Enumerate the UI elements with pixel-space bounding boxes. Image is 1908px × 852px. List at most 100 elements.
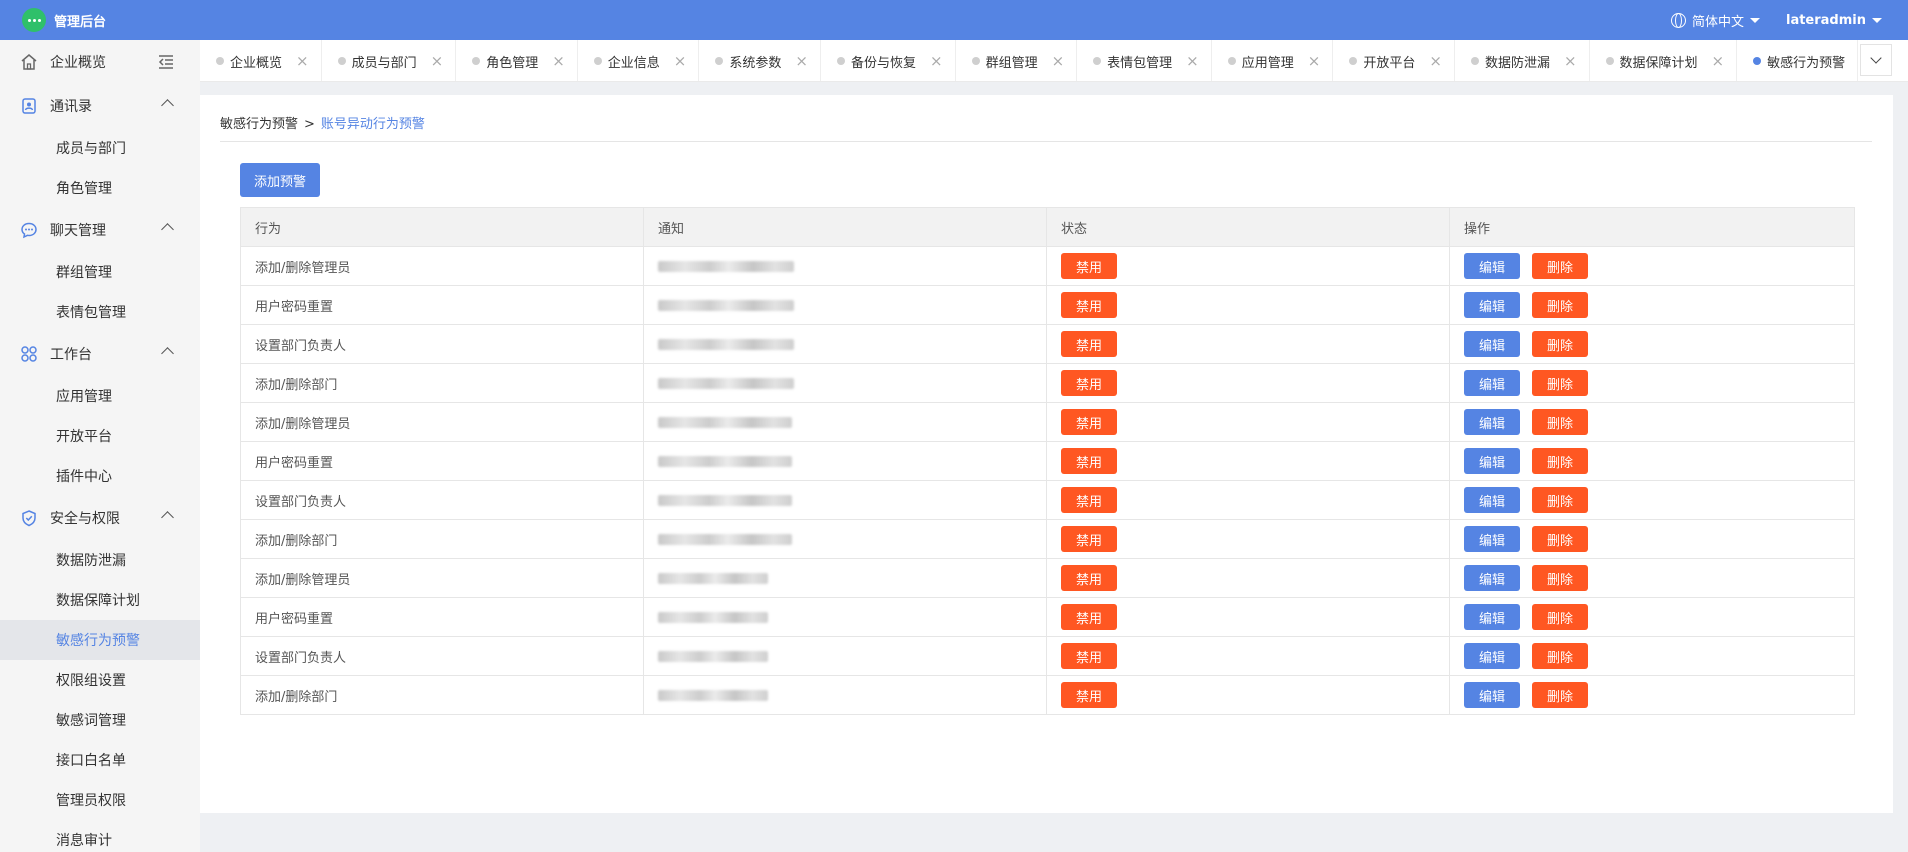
language-selector[interactable]: 简体中文 (1670, 11, 1760, 30)
chevron-up-icon (161, 223, 174, 236)
action-cell: 用户密码重置 (240, 597, 644, 637)
edit-button[interactable]: 编辑 (1464, 565, 1520, 591)
user-menu[interactable]: lateradmin (1786, 13, 1882, 28)
close-icon[interactable]: × (431, 52, 444, 70)
close-icon[interactable]: × (1429, 52, 1442, 70)
close-icon[interactable]: × (795, 52, 808, 70)
sidebar-group-chat[interactable]: 聊天管理 (0, 208, 200, 252)
sidebar-item-admin-permissions[interactable]: 管理员权限 (0, 780, 200, 820)
delete-button[interactable]: 删除 (1532, 643, 1588, 669)
sidebar-group-workbench[interactable]: 工作台 (0, 332, 200, 376)
close-icon[interactable]: × (930, 52, 943, 70)
edit-button[interactable]: 编辑 (1464, 370, 1520, 396)
tab-sensitive-alert[interactable]: 敏感行为预警 (1737, 40, 1859, 81)
sidebar-item-data-protection[interactable]: 数据保障计划 (0, 580, 200, 620)
close-icon[interactable]: × (552, 52, 565, 70)
tab-backup[interactable]: 备份与恢复 × (821, 40, 956, 81)
close-icon[interactable]: × (1564, 52, 1577, 70)
sidebar-item-message-audit[interactable]: 消息审计 (0, 820, 200, 852)
notify-cell (643, 558, 1047, 598)
edit-button[interactable]: 编辑 (1464, 331, 1520, 357)
status-cell: 禁用 (1046, 636, 1450, 676)
edit-button[interactable]: 编辑 (1464, 682, 1520, 708)
edit-button[interactable]: 编辑 (1464, 448, 1520, 474)
status-cell: 禁用 (1046, 480, 1450, 520)
sidebar-item-apps[interactable]: 应用管理 (0, 376, 200, 416)
tab-members[interactable]: 成员与部门 × (322, 40, 457, 81)
edit-button[interactable]: 编辑 (1464, 526, 1520, 552)
close-icon[interactable]: × (1186, 52, 1199, 70)
brand[interactable]: 管理后台 (0, 8, 106, 32)
disable-button[interactable]: 禁用 (1061, 370, 1117, 396)
sidebar-group-contacts[interactable]: 通讯录 (0, 84, 200, 128)
tab-groups[interactable]: 群组管理 × (956, 40, 1078, 81)
sidebar-item-sensitive-words[interactable]: 敏感词管理 (0, 700, 200, 740)
sidebar-group-security[interactable]: 安全与权限 (0, 496, 200, 540)
tab-dlp[interactable]: 数据防泄漏 × (1455, 40, 1590, 81)
delete-button[interactable]: 删除 (1532, 253, 1588, 279)
sidebar-item-plugins[interactable]: 插件中心 (0, 456, 200, 496)
delete-button[interactable]: 删除 (1532, 604, 1588, 630)
close-icon[interactable]: × (1308, 52, 1321, 70)
edit-button[interactable]: 编辑 (1464, 253, 1520, 279)
tab-roles[interactable]: 角色管理 × (456, 40, 578, 81)
sidebar-item-permission-groups[interactable]: 权限组设置 (0, 660, 200, 700)
add-alert-button[interactable]: 添加预警 (240, 163, 320, 197)
disable-button[interactable]: 禁用 (1061, 331, 1117, 357)
breadcrumb-parent[interactable]: 敏感行为预警 (220, 117, 298, 132)
disable-button[interactable]: 禁用 (1061, 292, 1117, 318)
sidebar-item-groups[interactable]: 群组管理 (0, 252, 200, 292)
disable-button[interactable]: 禁用 (1061, 448, 1117, 474)
disable-button[interactable]: 禁用 (1061, 409, 1117, 435)
sidebar-item-dlp[interactable]: 数据防泄漏 (0, 540, 200, 580)
edit-button[interactable]: 编辑 (1464, 643, 1520, 669)
table-row: 设置部门负责人 禁用 编辑 删除 (240, 480, 1855, 520)
disable-button[interactable]: 禁用 (1061, 526, 1117, 552)
delete-button[interactable]: 删除 (1532, 565, 1588, 591)
edit-button[interactable]: 编辑 (1464, 292, 1520, 318)
sidebar-item-sensitive-alert[interactable]: 敏感行为预警 (0, 620, 200, 660)
sidebar-item-open-platform[interactable]: 开放平台 (0, 416, 200, 456)
tab-apps[interactable]: 应用管理 × (1212, 40, 1334, 81)
disable-button[interactable]: 禁用 (1061, 487, 1117, 513)
collapse-menu-icon[interactable] (158, 54, 174, 70)
tab-system-params[interactable]: 系统参数 × (699, 40, 821, 81)
tab-overview[interactable]: 企业概览 × (200, 40, 322, 81)
sidebar-item-stickers[interactable]: 表情包管理 (0, 292, 200, 332)
delete-button[interactable]: 删除 (1532, 448, 1588, 474)
edit-button[interactable]: 编辑 (1464, 604, 1520, 630)
delete-button[interactable]: 删除 (1532, 487, 1588, 513)
delete-button[interactable]: 删除 (1532, 526, 1588, 552)
table-row: 添加/删除部门 禁用 编辑 删除 (240, 363, 1855, 403)
close-icon[interactable]: × (674, 52, 687, 70)
disable-button[interactable]: 禁用 (1061, 682, 1117, 708)
status-cell: 禁用 (1046, 519, 1450, 559)
globe-icon (1670, 12, 1686, 28)
tab-open-platform[interactable]: 开放平台 × (1333, 40, 1455, 81)
close-icon[interactable]: × (1052, 52, 1065, 70)
disable-button[interactable]: 禁用 (1061, 565, 1117, 591)
breadcrumb: 敏感行为预警 > 账号异动行为预警 (220, 113, 425, 132)
sidebar-item-api-whitelist[interactable]: 接口白名单 (0, 740, 200, 780)
delete-button[interactable]: 删除 (1532, 331, 1588, 357)
delete-button[interactable]: 删除 (1532, 409, 1588, 435)
delete-button[interactable]: 删除 (1532, 682, 1588, 708)
disable-button[interactable]: 禁用 (1061, 643, 1117, 669)
tab-data-protection[interactable]: 数据保障计划 × (1590, 40, 1738, 81)
sidebar-item-roles[interactable]: 角色管理 (0, 168, 200, 208)
tab-overflow-menu[interactable] (1860, 44, 1892, 76)
redacted-content (658, 416, 792, 428)
tab-stickers[interactable]: 表情包管理 × (1077, 40, 1212, 81)
close-icon[interactable]: × (296, 52, 309, 70)
edit-button[interactable]: 编辑 (1464, 409, 1520, 435)
close-icon[interactable]: × (1712, 52, 1725, 70)
delete-button[interactable]: 删除 (1532, 370, 1588, 396)
tab-company-info[interactable]: 企业信息 × (578, 40, 700, 81)
sidebar-item-overview[interactable]: 企业概览 (0, 40, 200, 84)
delete-button[interactable]: 删除 (1532, 292, 1588, 318)
disable-button[interactable]: 禁用 (1061, 604, 1117, 630)
edit-button[interactable]: 编辑 (1464, 487, 1520, 513)
sidebar-item-members[interactable]: 成员与部门 (0, 128, 200, 168)
tab-label: 表情包管理 (1107, 55, 1173, 71)
disable-button[interactable]: 禁用 (1061, 253, 1117, 279)
